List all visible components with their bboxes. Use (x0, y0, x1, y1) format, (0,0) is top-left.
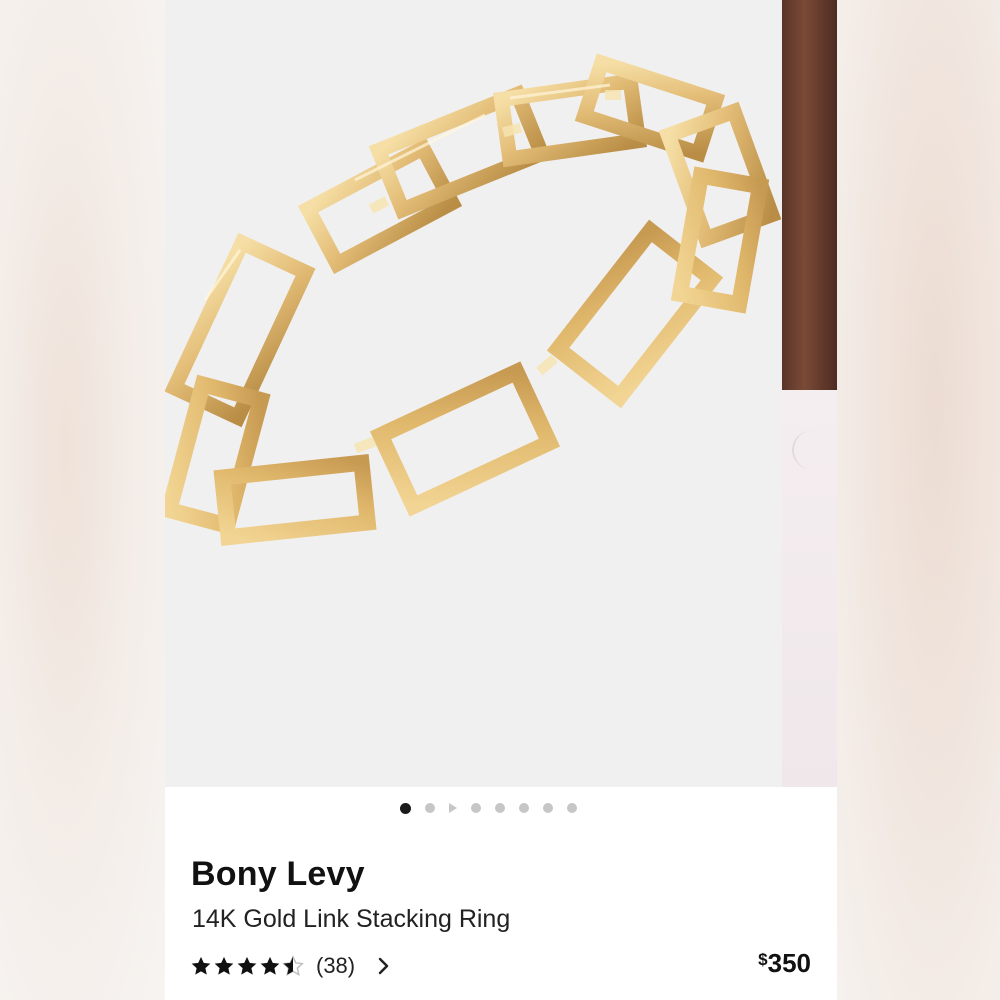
price: $350 (758, 948, 811, 979)
review-count[interactable]: (38) (316, 953, 355, 979)
rating-row[interactable]: (38) (190, 950, 391, 982)
model-hair (782, 0, 837, 410)
star-icon (260, 956, 280, 975)
price-amount: 350 (767, 948, 811, 978)
pagination-dot[interactable] (519, 803, 529, 813)
star-icon (237, 956, 257, 975)
carousel-pagination (165, 800, 837, 816)
background-blur-right (837, 0, 1000, 1000)
brand-name[interactable]: Bony Levy (191, 855, 365, 894)
half-star-icon (282, 955, 304, 976)
shirt-fold (792, 430, 834, 470)
gold-link-ring-illustration (165, 53, 782, 546)
price-currency: $ (758, 950, 768, 969)
product-screen: Bony Levy 14K Gold Link Stacking Ring (3… (165, 0, 837, 1000)
star-rating (190, 955, 304, 977)
play-icon[interactable] (449, 803, 457, 813)
pagination-dot[interactable] (495, 803, 505, 813)
next-image-preview[interactable] (782, 0, 837, 787)
pagination-dot[interactable] (425, 803, 435, 813)
product-image[interactable] (165, 0, 782, 787)
star-icon (191, 956, 211, 975)
star-icon (214, 956, 234, 975)
pagination-dot[interactable] (567, 803, 577, 813)
pagination-dot[interactable] (471, 803, 481, 813)
product-title: 14K Gold Link Stacking Ring (192, 905, 511, 933)
image-carousel[interactable] (165, 0, 837, 787)
chevron-right-icon[interactable] (377, 957, 391, 975)
background-blur-left (0, 0, 165, 1000)
pagination-dot-active[interactable] (400, 802, 411, 814)
pagination-dot[interactable] (543, 803, 553, 813)
